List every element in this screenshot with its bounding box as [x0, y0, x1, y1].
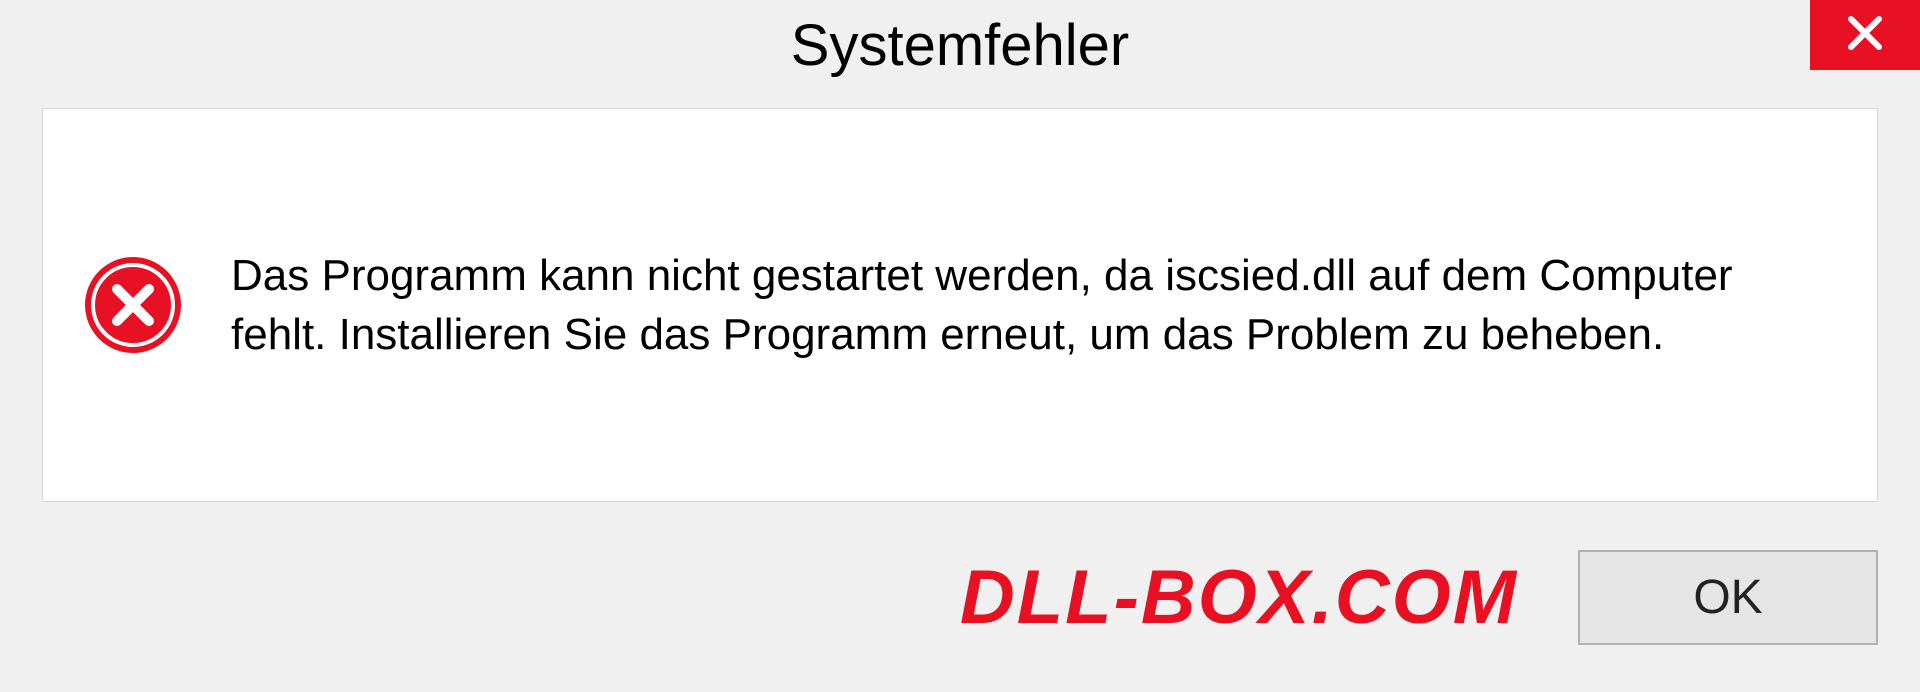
error-icon — [83, 255, 183, 355]
error-message: Das Programm kann nicht gestartet werden… — [231, 246, 1837, 365]
close-button[interactable] — [1810, 0, 1920, 70]
content-area: Das Programm kann nicht gestartet werden… — [42, 108, 1878, 502]
dialog-title: Systemfehler — [791, 12, 1129, 79]
title-bar: Systemfehler — [0, 0, 1920, 90]
error-dialog: Systemfehler Das Programm kann nicht ges… — [0, 0, 1920, 692]
close-icon — [1845, 13, 1885, 58]
ok-button[interactable]: OK — [1578, 550, 1878, 645]
watermark-text: DLL-BOX.COM — [960, 554, 1518, 641]
dialog-footer: DLL-BOX.COM OK — [0, 502, 1920, 692]
